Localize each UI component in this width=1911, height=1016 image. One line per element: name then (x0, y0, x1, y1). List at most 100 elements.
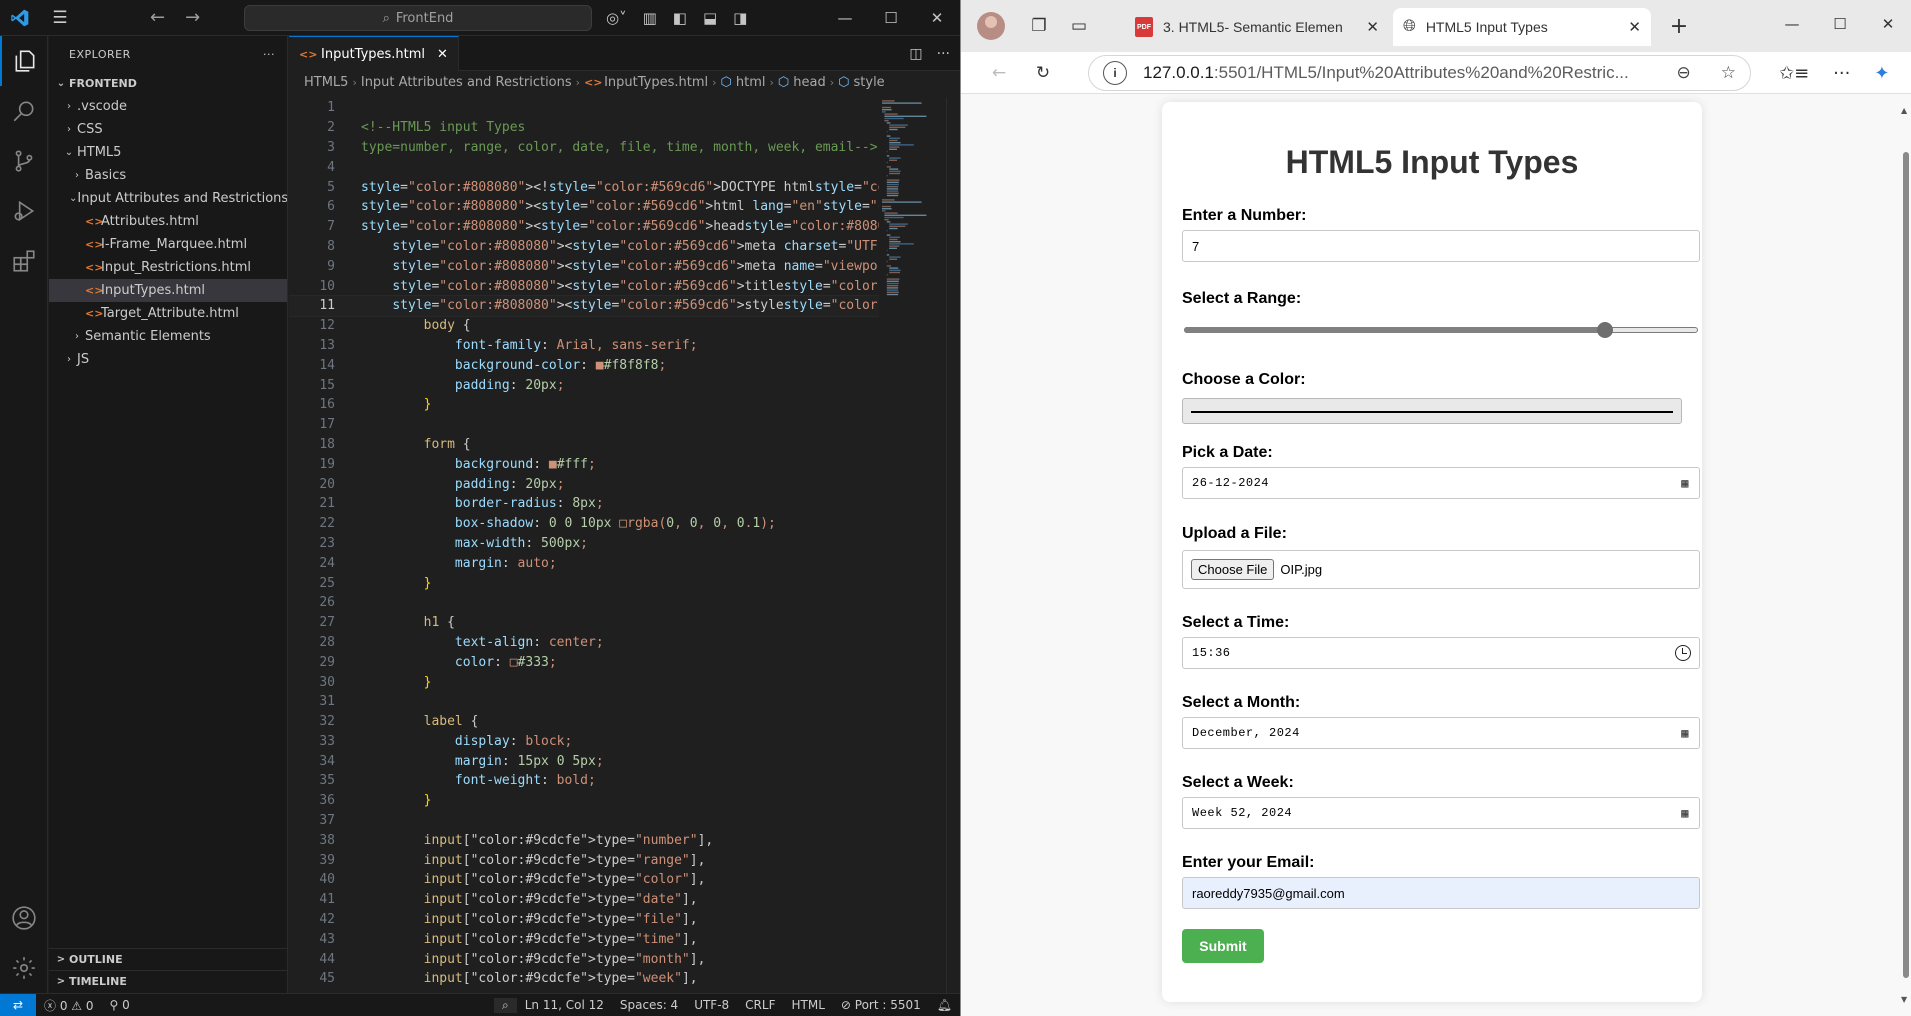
code-line[interactable]: 7 style="color:#808080"><style="color:#56… (289, 217, 879, 237)
timeline-section[interactable]: > TIMELINE (49, 970, 288, 992)
tab-actions-icon[interactable]: ▭ (1059, 6, 1099, 46)
code-line[interactable]: 21 border-radius: 8px; (289, 494, 879, 514)
code-line[interactable]: 2 <!--HTML5 input Types (289, 118, 879, 138)
tree-file[interactable]: <> I-Frame_Marquee.html (49, 233, 287, 256)
choose-file-button[interactable]: Choose File (1191, 559, 1275, 580)
tree-folder[interactable]: ⌄ FRONTEND (49, 72, 287, 95)
outline-section[interactable]: > OUTLINE (49, 948, 288, 970)
command-center-search[interactable]: ⌕ FrontEnd (244, 5, 592, 31)
notifications-bell-icon[interactable]: 🔔︎ (929, 998, 960, 1012)
code-line[interactable]: 32 label { (289, 712, 879, 732)
week-input[interactable]: Week 52, 2024 ▦ (1182, 797, 1700, 829)
code-line[interactable]: 37 (289, 811, 879, 831)
minimize-icon[interactable]: — (822, 0, 868, 36)
minimap[interactable] (882, 98, 946, 318)
tree-folder[interactable]: ⌄ Input Attributes and Restrictions (49, 187, 287, 210)
breadcrumb-item[interactable]: head (793, 75, 825, 90)
code-line[interactable]: 31 (289, 692, 879, 712)
code-line[interactable]: 25 } (289, 573, 879, 593)
tree-file[interactable]: <> Input_Restrictions.html (49, 256, 287, 279)
code-line[interactable]: 8 style="color:#808080"><style="color:#5… (289, 237, 879, 257)
code-line[interactable]: 27 h1 { (289, 613, 879, 633)
code-line[interactable]: 19 background: ■#fff; (289, 454, 879, 474)
file-input[interactable]: Choose File OIP.jpg (1182, 550, 1700, 589)
calendar-icon[interactable]: ▦ (1681, 806, 1689, 821)
customize-layout-icon[interactable]: ▥ (643, 9, 657, 27)
source-control-icon[interactable] (0, 136, 48, 186)
code-line[interactable]: 33 display: block; (289, 732, 879, 752)
tree-folder[interactable]: › JS (49, 348, 287, 371)
number-input[interactable]: 7 (1182, 230, 1700, 262)
favorite-star-icon[interactable]: ☆ (1721, 63, 1736, 83)
code-line[interactable]: 15 padding: 20px; (289, 375, 879, 395)
code-line[interactable]: 40 input["color:#9cdcfe">type="color"], (289, 870, 879, 890)
code-line[interactable]: 1 (289, 98, 879, 118)
run-debug-icon[interactable] (0, 186, 48, 236)
code-line[interactable]: 13 font-family: Arial, sans-serif; (289, 336, 879, 356)
code-line[interactable]: 18 form { (289, 435, 879, 455)
account-icon[interactable] (0, 893, 48, 943)
month-input[interactable]: December, 2024 ▦ (1182, 717, 1700, 749)
code-line[interactable]: 26 (289, 593, 879, 613)
address-bar[interactable]: i 127.0.0.1:5501/HTML5/Input%20Attribute… (1088, 55, 1751, 91)
close-icon[interactable]: ✕ (914, 0, 960, 36)
back-icon[interactable]: ← (979, 53, 1019, 93)
code-line[interactable]: 42 input["color:#9cdcfe">type="file"], (289, 910, 879, 930)
tree-folder[interactable]: ⌄ HTML5 (49, 141, 287, 164)
tree-file[interactable]: <> Attributes.html (49, 210, 287, 233)
submit-button[interactable]: Submit (1182, 929, 1264, 963)
date-input[interactable]: 26-12-2024 ▦ (1182, 467, 1700, 499)
settings-gear-icon[interactable] (0, 943, 48, 993)
code-line[interactable]: 24 margin: auto; (289, 553, 879, 573)
close-tab-icon[interactable]: ✕ (437, 47, 448, 62)
range-slider[interactable] (1182, 317, 1700, 341)
code-line[interactable]: 45 input["color:#9cdcfe">type="week"], (289, 969, 879, 989)
calendar-icon[interactable]: ▦ (1681, 476, 1689, 491)
toggle-secondary-sidebar-icon[interactable]: ◨ (733, 9, 747, 27)
forward-arrow-icon[interactable]: → (185, 7, 200, 28)
breadcrumb-item[interactable]: Input Attributes and Restrictions (361, 75, 572, 90)
browser-tab-pdf[interactable]: PDF 3. HTML5- Semantic Elemen ✕ (1125, 8, 1389, 46)
close-icon[interactable]: ✕ (1864, 0, 1911, 48)
code-line[interactable]: 10 style="color:#808080"><style="color:#… (289, 276, 879, 296)
more-actions-icon[interactable]: ··· (937, 46, 950, 62)
calendar-icon[interactable]: ▦ (1681, 726, 1689, 741)
page-scrollbar[interactable]: ▲ ▼ (1900, 94, 1911, 1016)
site-info-icon[interactable]: i (1103, 61, 1127, 85)
scroll-thumb[interactable] (1903, 152, 1909, 978)
clock-icon[interactable] (1675, 645, 1691, 661)
extensions-icon[interactable] (0, 236, 48, 286)
code-line[interactable]: 36 } (289, 791, 879, 811)
editor-scrollbar[interactable] (946, 98, 960, 993)
more-actions-icon[interactable]: ··· (263, 48, 275, 61)
tree-folder[interactable]: › .vscode (49, 95, 287, 118)
breadcrumb-item[interactable]: html (736, 75, 766, 90)
maximize-icon[interactable]: ☐ (1816, 0, 1864, 48)
new-tab-icon[interactable]: + (1659, 6, 1699, 46)
code-line[interactable]: 23 max-width: 500px; (289, 534, 879, 554)
tree-folder[interactable]: › CSS (49, 118, 287, 141)
tree-file[interactable]: <> Target_Attribute.html (49, 302, 287, 325)
copilot-icon[interactable]: ◎˅ (606, 9, 627, 27)
code-line[interactable]: 20 padding: 20px; (289, 474, 879, 494)
toggle-panel-icon[interactable]: ⬓ (703, 9, 717, 27)
problems-status[interactable]: ⓧ 0 ⚠ 0 (36, 997, 102, 1014)
live-server-port[interactable]: ⊘ Port : 5501 (833, 998, 929, 1012)
code-line[interactable]: 16 } (289, 395, 879, 415)
language-mode[interactable]: HTML (783, 998, 832, 1012)
range-thumb[interactable] (1597, 322, 1614, 338)
code-line[interactable]: 30 } (289, 672, 879, 692)
settings-more-icon[interactable]: ··· (1833, 63, 1850, 84)
color-picker[interactable] (1182, 398, 1682, 424)
code-line[interactable]: 12 body { (289, 316, 879, 336)
code-line[interactable]: 43 input["color:#9cdcfe">type="time"], (289, 929, 879, 949)
breadcrumb-item[interactable]: InputTypes.html (604, 75, 708, 90)
code-line[interactable]: 34 margin: 15px 0 5px; (289, 751, 879, 771)
split-editor-icon[interactable]: ◫ (909, 46, 922, 62)
back-arrow-icon[interactable]: ← (150, 7, 165, 28)
editor-tab[interactable]: <> InputTypes.html ✕ (289, 36, 459, 71)
browser-tab-active[interactable]: 🌐︎ HTML5 Input Types ✕ (1393, 8, 1651, 46)
code-line[interactable]: 9 style="color:#808080"><style="color:#5… (289, 256, 879, 276)
code-line[interactable]: 41 input["color:#9cdcfe">type="date"], (289, 890, 879, 910)
code-line[interactable]: 4 (289, 157, 879, 177)
